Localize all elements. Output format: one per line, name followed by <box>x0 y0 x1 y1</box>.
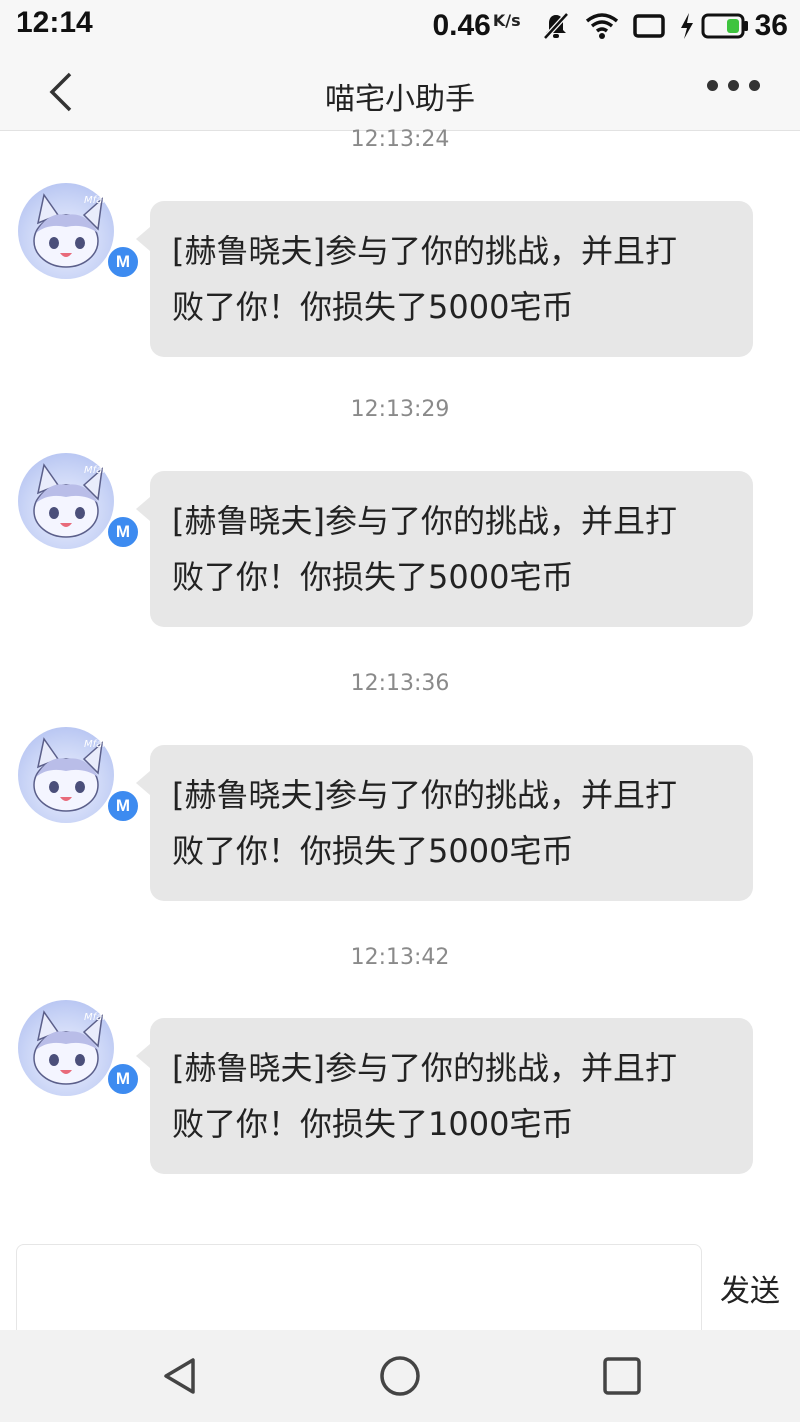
more-dots-icon <box>707 80 718 91</box>
message-text-line: [赫鲁晓夫]参与了你的挑战，并且打 <box>172 776 677 814</box>
avatar-badge: M <box>106 1062 140 1096</box>
message-timestamp: 12:13:36 <box>350 671 450 696</box>
message-text-line: 败了你！你损失了1000宅币 <box>172 1105 574 1143</box>
message-input[interactable] <box>16 1244 702 1330</box>
charging-icon <box>679 12 695 40</box>
mascot-avatar-icon: Mfans <box>33 737 114 812</box>
message-text-line: [赫鲁晓夫]参与了你的挑战，并且打 <box>172 502 677 540</box>
avatar[interactable]: Mfans M <box>18 453 140 549</box>
message-text-line: [赫鲁晓夫]参与了你的挑战，并且打 <box>172 232 677 270</box>
battery-icon <box>701 13 749 39</box>
message-row: Mfans M [赫鲁晓夫]参与了你的挑战，并且打 败了你！你损失了5000宅币 <box>0 727 800 901</box>
svg-text:Mfans: Mfans <box>84 465 114 476</box>
message-bubble[interactable]: [赫鲁晓夫]参与了你的挑战，并且打 败了你！你损失了1000宅币 <box>136 1018 753 1174</box>
more-dots-icon <box>728 80 739 91</box>
battery-level: 36 <box>754 9 788 42</box>
svg-text:Mfans: Mfans <box>84 1012 114 1023</box>
avatar-badge: M <box>106 789 140 823</box>
network-speed: 0.46 <box>432 9 491 42</box>
page-title: 喵宅小助手 <box>325 82 475 117</box>
nav-home-button[interactable] <box>378 1354 422 1398</box>
message-input-bar: 发送 <box>0 1232 800 1330</box>
avatar[interactable]: Mfans M <box>18 727 140 823</box>
system-nav-bar <box>0 1330 800 1422</box>
back-triangle-icon <box>164 1358 195 1394</box>
message-timestamp: 12:13:42 <box>350 945 450 970</box>
avatar[interactable]: Mfans M <box>18 183 140 279</box>
wifi-icon <box>585 12 619 40</box>
message-timestamp: 12:13:29 <box>350 397 450 422</box>
message-text-line: [赫鲁晓夫]参与了你的挑战，并且打 <box>172 1049 677 1087</box>
message-bubble[interactable]: [赫鲁晓夫]参与了你的挑战，并且打 败了你！你损失了5000宅币 <box>136 201 753 357</box>
message-bubble[interactable]: [赫鲁晓夫]参与了你的挑战，并且打 败了你！你损失了5000宅币 <box>136 471 753 627</box>
message-text-line: 败了你！你损失了5000宅币 <box>172 558 574 596</box>
status-right-group: 0.46 K/s 36 <box>432 6 788 46</box>
message-row: Mfans M [赫鲁晓夫]参与了你的挑战，并且打 败了你！你损失了1000宅币 <box>0 1000 800 1174</box>
avatar-badge: M <box>106 515 140 549</box>
status-bar: 12:14 0.46 K/s 36 <box>0 0 800 52</box>
network-speed-unit: K/s <box>492 10 521 30</box>
more-options-button[interactable] <box>707 80 760 91</box>
mute-bell-icon <box>541 11 571 41</box>
svg-text:Mfans: Mfans <box>84 739 114 750</box>
chat-header: 喵宅小助手 <box>0 52 800 131</box>
screen-icon <box>632 13 665 39</box>
message-timestamp: 12:13:24 <box>350 127 450 152</box>
more-dots-icon <box>749 80 760 91</box>
message-bubble[interactable]: [赫鲁晓夫]参与了你的挑战，并且打 败了你！你损失了5000宅币 <box>136 745 753 901</box>
message-row: Mfans M [赫鲁晓夫]参与了你的挑战，并且打 败了你！你损失了5000宅币 <box>0 183 800 357</box>
message-text-line: 败了你！你损失了5000宅币 <box>172 832 574 870</box>
send-button[interactable]: 发送 <box>720 1266 780 1310</box>
message-list[interactable]: 12:13:24 Mfans M [赫鲁晓夫]参与了你的挑战，并且打 败了你！你… <box>0 127 800 1231</box>
message-row: Mfans M [赫鲁晓夫]参与了你的挑战，并且打 败了你！你损失了5000宅币 <box>0 453 800 627</box>
home-circle-icon <box>380 1356 420 1396</box>
message-text-line: 败了你！你损失了5000宅币 <box>172 288 574 326</box>
mascot-avatar-icon: Mfans <box>33 463 114 538</box>
avatar-badge: M <box>106 245 140 279</box>
mascot-avatar-icon: Mfans <box>33 1010 114 1085</box>
nav-recents-button[interactable] <box>600 1354 644 1398</box>
svg-text:Mfans: Mfans <box>84 195 114 206</box>
recents-square-icon <box>603 1357 641 1395</box>
nav-back-button[interactable] <box>158 1354 202 1398</box>
mascot-avatar-icon: Mfans <box>33 193 114 268</box>
avatar[interactable]: Mfans M <box>18 1000 140 1096</box>
status-time: 12:14 <box>16 6 93 39</box>
